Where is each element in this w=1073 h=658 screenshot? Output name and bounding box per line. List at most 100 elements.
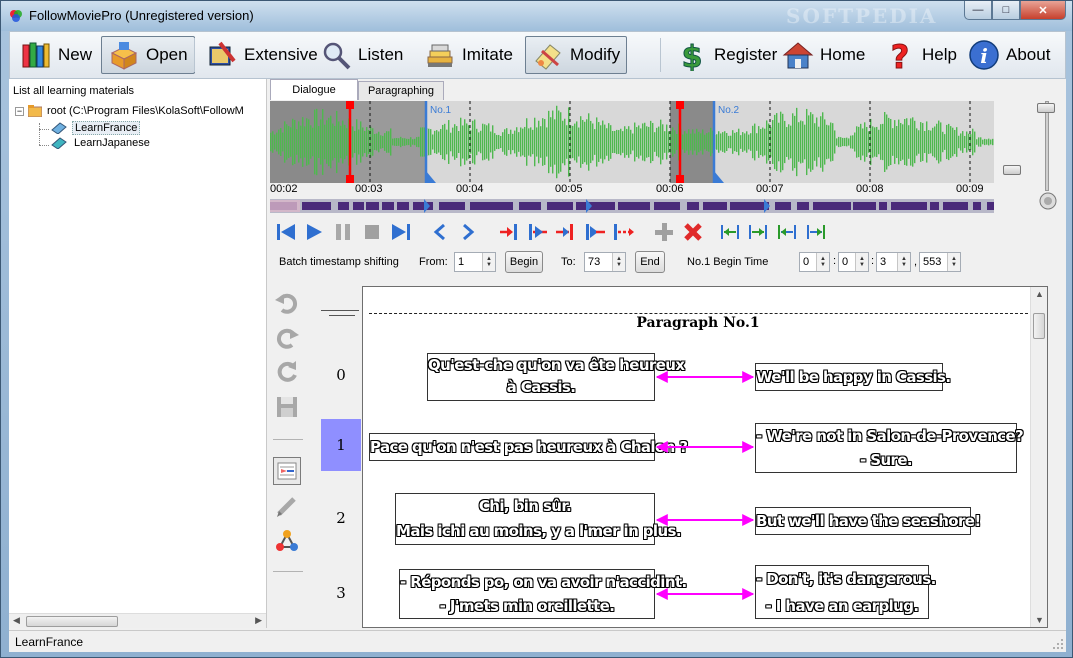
jump-start-button[interactable]	[275, 221, 297, 243]
from-label: From:	[419, 256, 448, 268]
next-button[interactable]	[457, 221, 479, 243]
skip-forward-icon	[392, 224, 410, 240]
new-label: New	[58, 45, 93, 64]
stop-button[interactable]	[361, 221, 383, 243]
scroll-left-icon[interactable]: ◀	[13, 615, 20, 626]
insert-text-icon	[277, 462, 297, 480]
scroll-up-icon[interactable]: ▲	[1035, 289, 1044, 299]
tree-item-learnfrance[interactable]: LearnFrance	[51, 121, 141, 135]
tree-horizontal-scrollbar[interactable]: ◀ ▶	[9, 613, 266, 628]
row-number[interactable]: 3	[321, 567, 361, 619]
tree-root[interactable]: − root (C:\Program Files\KolaSoft\Follow…	[15, 105, 244, 117]
hour-spinner[interactable]: 0 ▲ ▼	[799, 252, 830, 272]
collapse-icon[interactable]: −	[15, 106, 24, 116]
time-tick: 00:09	[956, 183, 984, 195]
zoom-slider-thumb[interactable]	[1003, 165, 1021, 175]
svg-text:$: $	[682, 40, 703, 71]
from-spinner[interactable]: 1 ▲ ▼	[454, 252, 496, 272]
modify-button[interactable]: Modify	[525, 36, 628, 74]
set-end-button[interactable]	[555, 221, 577, 243]
marker-label-1: No.1	[430, 105, 452, 116]
row-number-selected[interactable]: 1	[321, 419, 361, 471]
time-tick: 00:05	[555, 183, 583, 195]
undo-button[interactable]	[273, 289, 301, 317]
resize-grip-icon[interactable]	[1052, 638, 1064, 650]
new-button[interactable]: New	[14, 36, 98, 74]
help-button[interactable]: ? Help	[878, 36, 963, 74]
scroll-thumb[interactable]	[1033, 313, 1045, 339]
end-play-button[interactable]	[584, 221, 606, 243]
tree-item-learnjapanese[interactable]: LearnJapanese	[51, 137, 152, 149]
row-number[interactable]: 0	[321, 349, 361, 401]
insert-tool-button[interactable]	[273, 457, 301, 485]
row-number[interactable]: 2	[321, 492, 361, 544]
add-sentence-button[interactable]	[653, 221, 675, 243]
undo-icon	[275, 293, 298, 314]
tree-item-label: LearnFrance	[72, 121, 141, 135]
speaker-knob-icon[interactable]	[1038, 191, 1058, 211]
status-bar: LearnFrance	[9, 630, 1066, 652]
delete-sentence-button[interactable]	[682, 221, 704, 243]
editor-vertical-scrollbar[interactable]: ▲ ▼	[1030, 287, 1047, 627]
tab-paragraphing[interactable]: Paragraphing	[358, 81, 444, 100]
stop-icon	[365, 225, 379, 239]
register-button[interactable]: $ Register	[670, 36, 783, 74]
shift-end-right-button[interactable]	[805, 221, 827, 243]
imitate-button[interactable]: Imitate	[418, 36, 519, 74]
shift-begin-left-button[interactable]	[719, 221, 741, 243]
previous-button[interactable]	[429, 221, 451, 243]
volume-slider[interactable]	[1045, 101, 1049, 191]
save-button[interactable]	[273, 393, 301, 421]
minimize-button[interactable]: —	[964, 1, 992, 20]
overview-strip[interactable]	[270, 199, 994, 213]
set-begin-button[interactable]	[499, 221, 521, 243]
spinner-arrows-icon: ▲ ▼	[897, 253, 910, 271]
end-play-icon	[586, 224, 605, 240]
volume-slider-thumb[interactable]	[1037, 103, 1055, 113]
pause-button[interactable]	[332, 221, 354, 243]
tab-dialogue[interactable]: Dialogue	[270, 79, 358, 100]
listen-button[interactable]: Listen	[314, 36, 409, 74]
append-button[interactable]	[613, 221, 635, 243]
play-button[interactable]	[303, 221, 325, 243]
close-button[interactable]: ✕	[1020, 1, 1066, 20]
to-spinner[interactable]: 73 ▲ ▼	[584, 252, 626, 272]
home-button[interactable]: Home	[776, 36, 871, 74]
redo-button[interactable]	[273, 324, 301, 352]
shift-left-icon	[721, 225, 739, 239]
magnifier-icon	[323, 42, 351, 70]
waveform-display[interactable]: No.1 No.2	[270, 101, 994, 183]
about-button[interactable]: i About	[962, 36, 1056, 74]
begin-play-button[interactable]	[527, 221, 549, 243]
materials-header: List all learning materials	[13, 85, 135, 97]
shift-end-left-button[interactable]	[776, 221, 798, 243]
edit-button[interactable]	[273, 492, 301, 520]
about-label: About	[1006, 45, 1051, 64]
delete-x-icon	[684, 223, 702, 241]
scroll-right-icon[interactable]: ▶	[255, 615, 262, 626]
open-button[interactable]: Open	[101, 36, 195, 74]
begin-button[interactable]: Begin	[505, 251, 543, 273]
millisecond-spinner[interactable]: 553 ▲ ▼	[919, 252, 961, 272]
scroll-thumb[interactable]	[26, 616, 118, 627]
structure-button[interactable]	[273, 527, 301, 555]
skip-back-icon	[277, 224, 295, 240]
watermark: SOFTPEDIA	[786, 4, 938, 28]
shift-begin-right-button[interactable]	[747, 221, 769, 243]
jump-end-button[interactable]	[390, 221, 412, 243]
end-button[interactable]: End	[635, 251, 665, 273]
scroll-down-icon[interactable]: ▼	[1035, 615, 1044, 625]
mark-end-icon	[556, 224, 573, 240]
marker-label-2: No.2	[718, 105, 740, 116]
refresh-button[interactable]	[273, 358, 301, 386]
paragraph-editor[interactable]: Paragraph No.1 Qu'est-che qu'on va ête h…	[362, 286, 1048, 628]
minute-spinner[interactable]: 0 ▲ ▼	[838, 252, 869, 272]
maximize-button[interactable]: □	[992, 1, 1020, 20]
waveform-graph: No.1 No.2	[270, 101, 994, 183]
dollar-icon: $	[681, 40, 703, 72]
network-icon	[276, 530, 298, 551]
second-spinner[interactable]: 3 ▲ ▼	[876, 252, 911, 272]
extensive-button[interactable]: Extensive	[200, 36, 324, 74]
chevron-right-icon	[463, 223, 475, 241]
colon-separator: :	[871, 255, 875, 267]
